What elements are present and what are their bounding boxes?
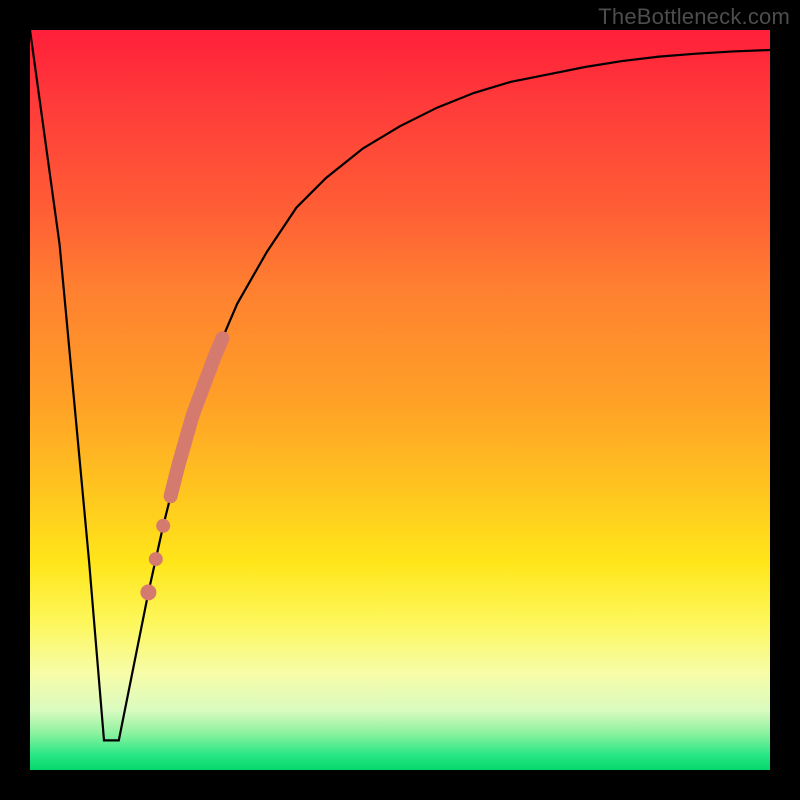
dot-2 [149, 552, 163, 566]
curve-svg [30, 30, 770, 770]
bottleneck-curve [30, 30, 770, 740]
watermark-text: TheBottleneck.com [598, 4, 790, 30]
highlight-segment [171, 338, 223, 496]
dot-1 [156, 519, 170, 533]
chart-container: TheBottleneck.com [0, 0, 800, 800]
dot-3 [140, 584, 156, 600]
plot-area [30, 30, 770, 770]
curve-markers [140, 338, 222, 600]
